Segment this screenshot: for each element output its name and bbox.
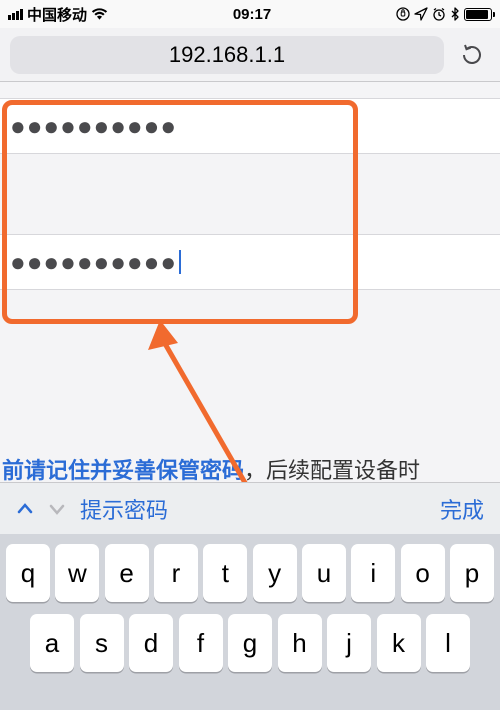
done-button[interactable]: 完成 (440, 493, 484, 525)
url-bar: 192.168.1.1 (0, 28, 500, 82)
next-field-button[interactable] (48, 500, 66, 518)
key-k[interactable]: k (377, 614, 421, 672)
location-icon (414, 7, 428, 21)
key-o[interactable]: o (401, 544, 445, 602)
text-cursor (179, 250, 181, 274)
key-h[interactable]: h (278, 614, 322, 672)
key-j[interactable]: j (327, 614, 371, 672)
info-rest-1: ，后续配置设备时 (244, 458, 420, 482)
key-s[interactable]: s (80, 614, 124, 672)
key-u[interactable]: u (302, 544, 346, 602)
battery-icon (464, 8, 492, 21)
password-suggest-button[interactable]: 提示密码 (80, 493, 168, 525)
key-g[interactable]: g (228, 614, 272, 672)
key-y[interactable]: y (253, 544, 297, 602)
lock-rotation-icon (396, 7, 410, 21)
url-text: 192.168.1.1 (169, 42, 285, 68)
refresh-icon (459, 42, 485, 68)
keyboard: qwertyuiop asdfghjkl (0, 534, 500, 710)
password-mask-1: ●●●●●●●●●● (10, 113, 177, 139)
alarm-icon (432, 7, 446, 21)
prev-field-button[interactable] (16, 500, 34, 518)
key-r[interactable]: r (154, 544, 198, 602)
carrier-label: 中国移动 (27, 4, 87, 25)
status-right (396, 7, 492, 21)
key-i[interactable]: i (351, 544, 395, 602)
status-left: 中国移动 (8, 4, 108, 25)
key-w[interactable]: w (55, 544, 99, 602)
wifi-icon (91, 8, 108, 21)
signal-icon (8, 9, 23, 20)
clock-label: 09:17 (233, 6, 271, 23)
key-l[interactable]: l (426, 614, 470, 672)
info-highlight: 前请记住并妥善保管密码 (2, 458, 244, 482)
page-content: ●●●●●●●●●● ●●●●●●●●●● 前请记住并妥善保管密码，后续配置设备… (0, 82, 500, 482)
password-field-2[interactable]: ●●●●●●●●●● (0, 234, 500, 290)
url-field[interactable]: 192.168.1.1 (10, 36, 444, 74)
password-field-1[interactable]: ●●●●●●●●●● (0, 98, 500, 154)
info-text: 前请记住并妥善保管密码，后续配置设备时 只能恢复出厂设置，重新设置设备的所有参 (0, 452, 500, 482)
bluetooth-icon (450, 7, 460, 21)
keyboard-accessory: 提示密码 完成 (0, 482, 500, 534)
key-f[interactable]: f (179, 614, 223, 672)
key-t[interactable]: t (203, 544, 247, 602)
refresh-button[interactable] (454, 37, 490, 73)
key-e[interactable]: e (105, 544, 149, 602)
status-bar: 中国移动 09:17 (0, 0, 500, 28)
key-p[interactable]: p (450, 544, 494, 602)
key-d[interactable]: d (129, 614, 173, 672)
key-q[interactable]: q (6, 544, 50, 602)
password-mask-2: ●●●●●●●●●● (10, 249, 177, 275)
key-a[interactable]: a (30, 614, 74, 672)
